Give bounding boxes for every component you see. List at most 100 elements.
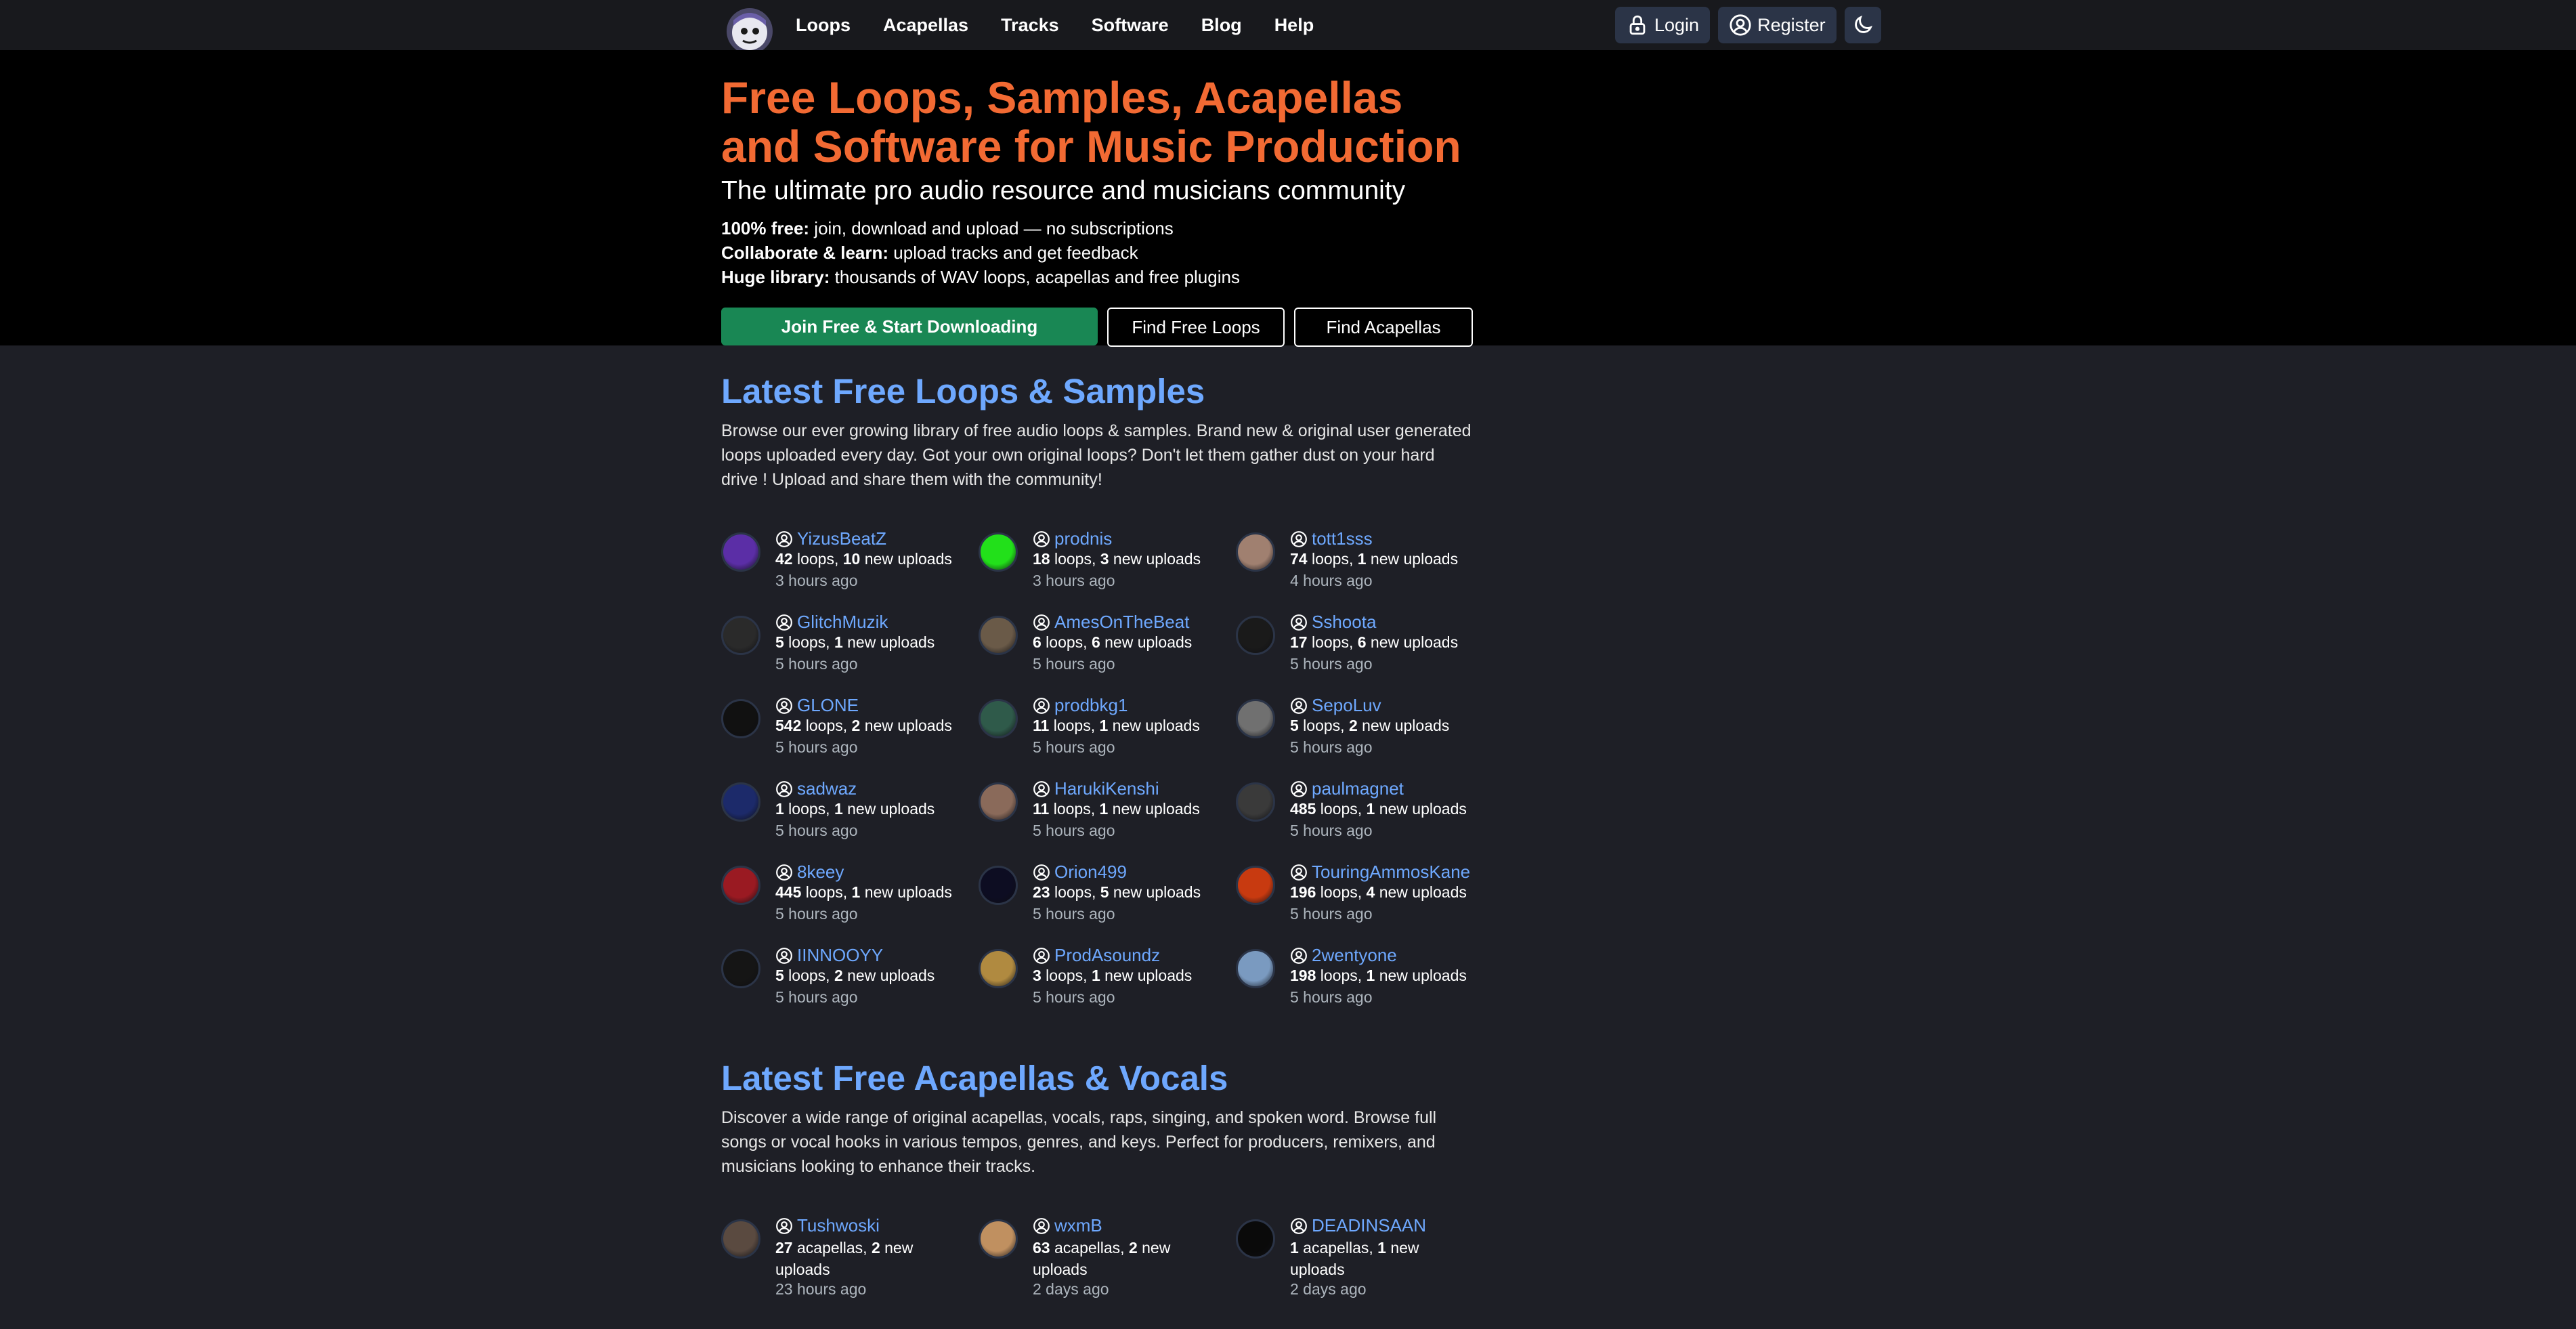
- upload-count: 6: [1033, 633, 1042, 651]
- new-upload-count: 2: [871, 1239, 880, 1257]
- user-name-link[interactable]: prodnis: [1054, 528, 1112, 549]
- upload-time: 4 hours ago: [1290, 572, 1373, 589]
- user-name-link[interactable]: GlitchMuzik: [797, 612, 888, 633]
- user-name-link[interactable]: sadwaz: [797, 778, 857, 799]
- user-name-link[interactable]: SepoLuv: [1312, 695, 1381, 716]
- user-card: prodnis 18 loops, 3 new uploads 3 hours ag…: [979, 528, 1229, 607]
- user-name-link[interactable]: TouringAmmosKane: [1312, 862, 1470, 883]
- user-icon: [776, 864, 792, 881]
- register-button[interactable]: Register: [1718, 7, 1837, 43]
- upload-time: 23 hours ago: [775, 1280, 867, 1298]
- user-name-link[interactable]: Orion499: [1054, 862, 1127, 883]
- user-upload-stats: 74 loops, 1 new uploads: [1290, 550, 1458, 568]
- new-upload-count: 10: [842, 550, 861, 568]
- user-name-link[interactable]: IINNOOYY: [797, 945, 883, 966]
- user-avatar[interactable]: [721, 616, 760, 655]
- user-name-link[interactable]: DEADINSAAN: [1312, 1215, 1426, 1236]
- new-upload-label: new uploads: [1109, 883, 1201, 901]
- nav-loops[interactable]: Loops: [796, 15, 851, 36]
- user-name-row: DEADINSAAN: [1290, 1215, 1426, 1236]
- user-avatar[interactable]: [721, 866, 760, 905]
- user-name-link[interactable]: GLONE: [797, 695, 859, 716]
- user-name-row: wxmB: [1033, 1215, 1102, 1236]
- new-upload-count: 2: [1348, 717, 1358, 734]
- user-name-row: prodbkg1: [1033, 695, 1128, 716]
- upload-time: 5 hours ago: [1033, 655, 1115, 673]
- user-name-link[interactable]: paulmagnet: [1312, 778, 1404, 799]
- upload-time: 2 days ago: [1033, 1280, 1109, 1298]
- user-avatar[interactable]: [979, 1219, 1018, 1259]
- nav-acapellas[interactable]: Acapellas: [883, 15, 968, 36]
- user-avatar[interactable]: [979, 699, 1018, 738]
- new-upload-count: 2: [834, 967, 843, 984]
- upload-unit: acapellas,: [1050, 1239, 1129, 1257]
- user-name-link[interactable]: 2wentyone: [1312, 945, 1397, 966]
- theme-toggle-button[interactable]: [1844, 7, 1881, 43]
- user-avatar[interactable]: [1236, 616, 1275, 655]
- user-avatar[interactable]: [1236, 782, 1275, 822]
- nav-help[interactable]: Help: [1274, 15, 1314, 36]
- user-avatar[interactable]: [979, 782, 1018, 822]
- user-name-link[interactable]: ProdAsoundz: [1054, 945, 1160, 966]
- user-avatar[interactable]: [1236, 1219, 1275, 1259]
- user-name-link[interactable]: prodbkg1: [1054, 695, 1128, 716]
- user-name-link[interactable]: Sshoota: [1312, 612, 1376, 633]
- user-avatar[interactable]: [721, 699, 760, 738]
- user-name-link[interactable]: 8keey: [797, 862, 844, 883]
- new-upload-count: 1: [1099, 800, 1109, 818]
- user-name-row: SepoLuv: [1290, 695, 1381, 716]
- user-avatar[interactable]: [1236, 532, 1275, 572]
- user-avatar[interactable]: [721, 532, 760, 572]
- nav-blog[interactable]: Blog: [1201, 15, 1242, 36]
- nav-software[interactable]: Software: [1092, 15, 1169, 36]
- upload-count: 11: [1033, 800, 1050, 818]
- new-upload-count: 4: [1366, 883, 1375, 901]
- user-icon: [776, 614, 792, 631]
- upload-unit: loops,: [783, 633, 834, 651]
- user-name-link[interactable]: YizusBeatZ: [797, 528, 886, 549]
- user-avatar[interactable]: [1236, 949, 1275, 988]
- upload-unit: loops,: [1049, 800, 1100, 818]
- upload-unit: loops,: [1316, 883, 1367, 901]
- find-free-loops-button[interactable]: Find Free Loops: [1107, 308, 1285, 347]
- user-name-link[interactable]: AmesOnTheBeat: [1054, 612, 1189, 633]
- user-card: GLONE 542 loops, 2 new uploads 5 hours ago: [721, 695, 972, 774]
- upload-count: 542: [775, 717, 802, 734]
- user-avatar[interactable]: [1236, 699, 1275, 738]
- find-acapellas-button[interactable]: Find Acapellas: [1294, 308, 1473, 347]
- upload-unit: loops,: [783, 967, 834, 984]
- upload-time: 5 hours ago: [775, 988, 858, 1006]
- upload-time: 5 hours ago: [1290, 655, 1373, 673]
- user-avatar[interactable]: [721, 782, 760, 822]
- site-logo-icon[interactable]: [724, 5, 775, 57]
- main-nav: Loops Acapellas Tracks Software Blog Hel…: [796, 0, 1346, 50]
- nav-tracks[interactable]: Tracks: [1001, 15, 1059, 36]
- user-name-link[interactable]: Tushwoski: [797, 1215, 880, 1236]
- user-name-row: GlitchMuzik: [775, 612, 888, 633]
- hero-feature-free: 100% free: join, download and upload — n…: [721, 218, 1174, 239]
- upload-count: 5: [775, 633, 784, 651]
- user-name-link[interactable]: tott1sss: [1312, 528, 1373, 549]
- user-name-link[interactable]: HarukiKenshi: [1054, 778, 1159, 799]
- user-icon: [1291, 780, 1307, 797]
- user-avatar[interactable]: [721, 949, 760, 988]
- user-name-row: Tushwoski: [775, 1215, 880, 1236]
- new-upload-count: 1: [1099, 717, 1109, 734]
- new-upload-count: 5: [1100, 883, 1109, 901]
- upload-unit: loops,: [1316, 967, 1367, 984]
- user-card: AmesOnTheBeat 6 loops, 6 new uploads 5 hou…: [979, 612, 1229, 690]
- new-upload-count: 1: [1357, 550, 1367, 568]
- user-avatar[interactable]: [979, 866, 1018, 905]
- upload-unit: loops,: [783, 800, 834, 818]
- user-name-row: YizusBeatZ: [775, 528, 886, 549]
- user-avatar[interactable]: [979, 616, 1018, 655]
- user-avatar[interactable]: [1236, 866, 1275, 905]
- user-name-link[interactable]: wxmB: [1054, 1215, 1102, 1236]
- user-avatar[interactable]: [721, 1219, 760, 1259]
- user-card: Orion499 23 loops, 5 new uploads 5 hours a…: [979, 862, 1229, 940]
- user-avatar[interactable]: [979, 949, 1018, 988]
- join-free-button[interactable]: Join Free & Start Downloading: [721, 308, 1098, 345]
- user-avatar[interactable]: [979, 532, 1018, 572]
- login-button[interactable]: Login: [1615, 7, 1711, 43]
- user-card: Tushwoski 27 acapellas, 2 new uploads 23 h…: [721, 1215, 972, 1298]
